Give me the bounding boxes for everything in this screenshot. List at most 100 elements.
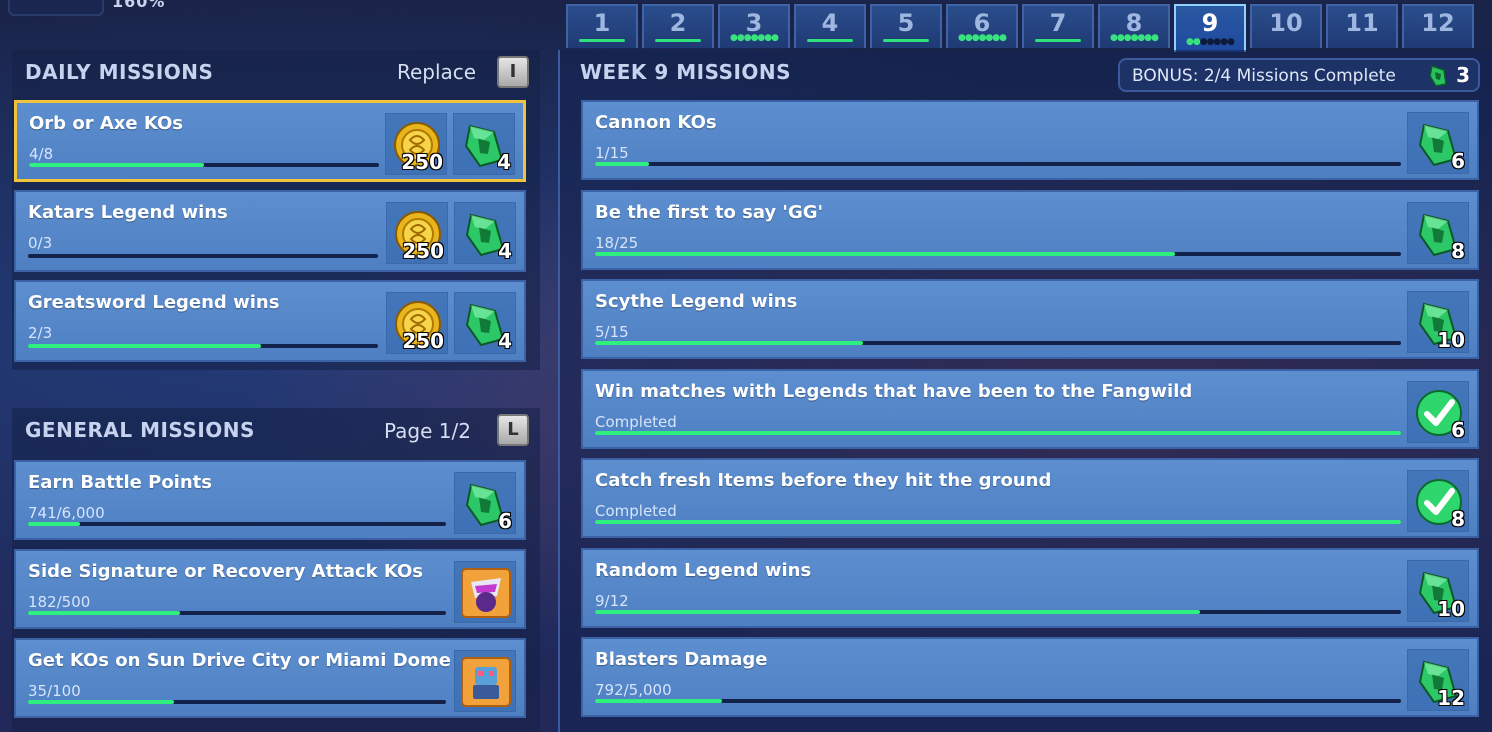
tab-complete-marker (1035, 39, 1081, 42)
progress-bar-fill (595, 609, 1200, 614)
mission-card[interactable]: Side Signature or Recovery Attack KOs 182… (14, 549, 526, 629)
progress-bar (595, 341, 1401, 345)
progress-bar (28, 344, 378, 348)
progress-bar (595, 520, 1401, 524)
tab-week-11[interactable]: 11 (1326, 4, 1398, 48)
mission-progress: 741/6,000 (28, 504, 105, 522)
replace-label[interactable]: Replace (397, 60, 476, 84)
mission-card[interactable]: Orb or Axe KOs 4/8 250 4 (14, 100, 526, 182)
mission-progress: 18/25 (595, 233, 639, 252)
reward-slot: 250 (385, 113, 447, 175)
general-missions-title: GENERAL MISSIONS (25, 418, 255, 442)
mission-card[interactable]: Be the first to say 'GG' 18/25 8 (581, 189, 1479, 270)
mission-card[interactable]: Random Legend wins 9/12 10 (581, 547, 1479, 628)
reward-slot: 4 (454, 292, 516, 354)
progress-bar (595, 251, 1401, 256)
mission-card[interactable]: Win matches with Legends that have been … (581, 368, 1479, 449)
tab-week-3[interactable]: 3 ●●●●●●● (718, 4, 790, 48)
mission-title: Be the first to say 'GG' (595, 201, 824, 223)
tab-progress-dots: ●●●●●●● (730, 33, 779, 43)
progress-bar-fill (28, 344, 262, 348)
progress-bar (28, 522, 446, 526)
mission-title: Get KOs on Sun Drive City or Miami Dome (28, 650, 451, 671)
mission-card[interactable]: Greatsword Legend wins 2/3 250 4 (14, 280, 526, 362)
reward-amount: 250 (401, 150, 443, 174)
reward-slot: 4 (454, 202, 516, 264)
tab-label: 12 (1421, 9, 1455, 37)
tab-week-5[interactable]: 5 (870, 4, 942, 48)
bonus-gem-count: 3 (1456, 63, 1470, 87)
mission-title: Win matches with Legends that have been … (595, 380, 1193, 402)
tab-label: 9 (1201, 9, 1219, 37)
mission-progress: 4/8 (29, 145, 54, 163)
reward-amount: 6 (1451, 417, 1465, 442)
mission-progress: 9/12 (595, 591, 629, 610)
mission-progress: 792/5,000 (595, 681, 672, 699)
tab-week-2[interactable]: 2 (642, 4, 714, 48)
top-bar: 160% (0, 0, 550, 16)
reward-amount: 4 (498, 239, 512, 263)
page-indicator: Page 1/2 (384, 419, 471, 443)
mission-title: Cannon KOs (595, 112, 717, 133)
progress-bar (28, 611, 446, 615)
replace-key-icon[interactable]: I (497, 56, 529, 88)
mission-card[interactable]: Katars Legend wins 0/3 250 4 (14, 190, 526, 272)
top-stub-text: 160% (112, 0, 166, 11)
progress-bar-fill (595, 251, 1176, 256)
progress-bar-fill (595, 162, 649, 166)
tab-complete-marker (883, 39, 929, 42)
mission-title: Orb or Axe KOs (29, 113, 184, 134)
reward-slot (454, 650, 516, 712)
mission-card[interactable]: Scythe Legend wins 5/15 10 (581, 279, 1479, 359)
mission-progress: 0/3 (28, 234, 53, 252)
tab-week-10[interactable]: 10 (1250, 4, 1322, 48)
reward-amount: 10 (1437, 328, 1465, 352)
reward-amount: 12 (1437, 686, 1465, 710)
week-missions-title: WEEK 9 MISSIONS (580, 60, 792, 84)
reward-amount: 8 (1451, 507, 1465, 531)
tab-week-12[interactable]: 12 (1402, 4, 1474, 48)
mission-card[interactable]: Catch fresh Items before they hit the gr… (581, 458, 1479, 538)
mission-progress: 2/3 (28, 324, 53, 342)
tab-week-6[interactable]: 6 ●●●●●●● (946, 4, 1018, 48)
tab-label: 5 (897, 9, 915, 37)
tab-week-8[interactable]: 8 ●●●●●●● (1098, 4, 1170, 48)
bonus-text: BONUS: 2/4 Missions Complete (1132, 66, 1396, 86)
reward-amount: 8 (1451, 238, 1465, 263)
mission-card[interactable]: Blasters Damage 792/5,000 12 (581, 637, 1479, 717)
mission-title: Catch fresh Items before they hit the gr… (595, 470, 1052, 491)
tab-progress-dots: ●●●●●●● (1186, 37, 1235, 47)
tab-week-1[interactable]: 1 (566, 4, 638, 48)
tab-week-9[interactable]: 9 ●●●●●●● (1174, 4, 1246, 52)
reward-slot: 250 (386, 202, 448, 264)
gem-icon (1429, 65, 1447, 87)
tab-label: 2 (669, 9, 687, 37)
reward-slot: 250 (386, 292, 448, 354)
reward-slot: 10 (1407, 559, 1469, 622)
mission-progress: 35/100 (28, 682, 81, 700)
daily-missions-title: DAILY MISSIONS (25, 60, 214, 84)
reward-slot: 4 (453, 113, 515, 175)
mission-title: Blasters Damage (595, 649, 768, 670)
tab-week-4[interactable]: 4 (794, 4, 866, 48)
reward-amount: 6 (498, 509, 512, 533)
mission-title: Earn Battle Points (28, 472, 212, 493)
page-key-icon[interactable]: L (497, 414, 529, 446)
progress-bar-fill (595, 430, 1401, 435)
reward-amount: 4 (497, 150, 511, 174)
mission-progress: Completed (595, 412, 677, 431)
tab-week-7[interactable]: 7 (1022, 4, 1094, 48)
mission-card[interactable]: Earn Battle Points 741/6,000 6 (14, 460, 526, 540)
bonus-status: BONUS: 2/4 Missions Complete 3 (1118, 58, 1480, 92)
progress-bar (595, 430, 1401, 435)
progress-bar-fill (28, 611, 181, 615)
mission-title: Greatsword Legend wins (28, 292, 280, 313)
mission-card[interactable]: Get KOs on Sun Drive City or Miami Dome 3… (14, 638, 526, 718)
progress-bar-fill (28, 700, 175, 704)
progress-bar (595, 609, 1401, 614)
reward-amount: 250 (402, 239, 444, 263)
mission-card[interactable]: Cannon KOs 1/15 6 (581, 100, 1479, 180)
mission-title: Katars Legend wins (28, 202, 228, 223)
tab-label: 7 (1049, 9, 1067, 37)
tab-label: 10 (1269, 9, 1303, 37)
